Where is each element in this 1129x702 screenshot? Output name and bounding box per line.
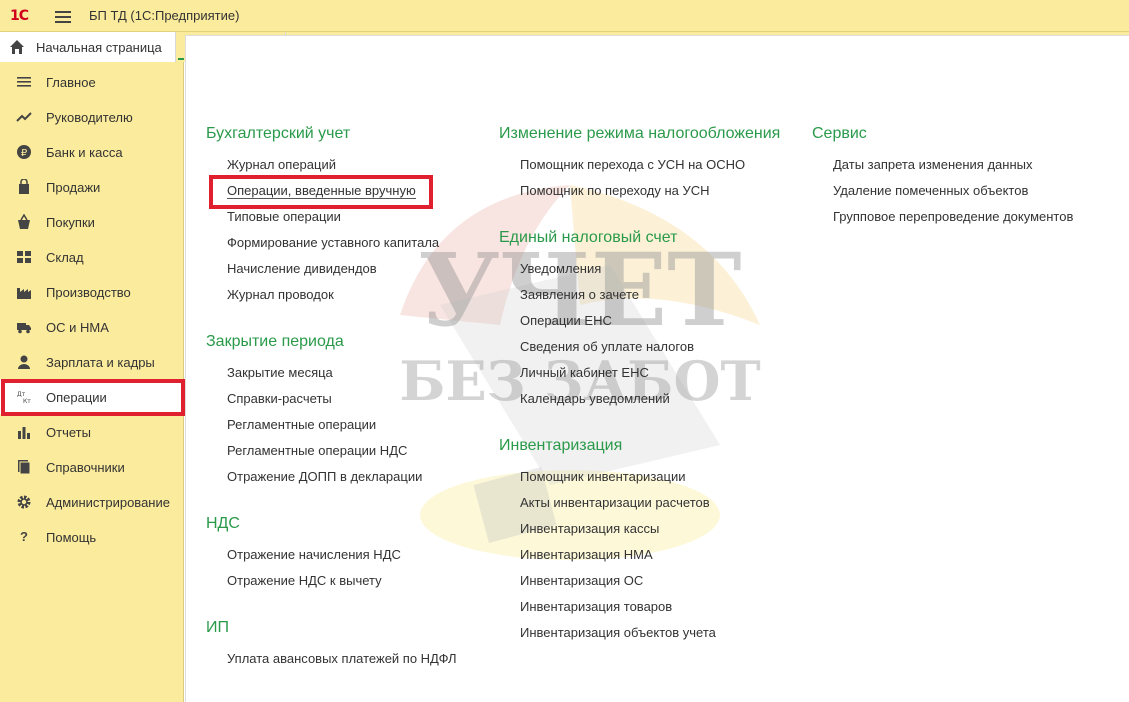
link-offset-applications[interactable]: Заявления о зачете bbox=[520, 287, 639, 302]
menu-lines-icon bbox=[17, 77, 31, 87]
gear-icon bbox=[17, 495, 31, 509]
sidebar-item-manager[interactable]: Руководителю bbox=[0, 99, 184, 134]
link-authorized-capital[interactable]: Формирование уставного капитала bbox=[227, 235, 439, 250]
sidebar-item-label: Банк и касса bbox=[46, 145, 123, 160]
tab-home[interactable]: Начальная страница bbox=[0, 32, 176, 62]
link-routine-vat[interactable]: Регламентные операции НДС bbox=[227, 443, 407, 458]
link-notification-calendar[interactable]: Календарь уведомлений bbox=[520, 391, 670, 406]
sidebar-item-reports[interactable]: Отчеты bbox=[0, 414, 184, 449]
book-icon bbox=[18, 460, 31, 475]
link-vat-deduction[interactable]: Отражение НДС к вычету bbox=[227, 573, 382, 588]
sidebar-item-label: Производство bbox=[46, 285, 131, 300]
logo-1c: 1С bbox=[10, 8, 29, 24]
sidebar-item-production[interactable]: Производство bbox=[0, 274, 184, 309]
link-ens-cabinet[interactable]: Личный кабинет ЕНС bbox=[520, 365, 649, 380]
svg-text:₽: ₽ bbox=[21, 148, 28, 159]
sidebar-item-label: Главное bbox=[46, 75, 96, 90]
link-dividends[interactable]: Начисление дивидендов bbox=[227, 261, 377, 276]
highlight-frame-operations bbox=[1, 379, 185, 416]
bag-icon bbox=[19, 179, 29, 194]
link-ens-operations[interactable]: Операции ЕНС bbox=[520, 313, 612, 328]
link-inventory-assistant[interactable]: Помощник инвентаризации bbox=[520, 469, 685, 484]
app-title: БП ТД (1С:Предприятие) bbox=[89, 8, 240, 23]
tab-indicator bbox=[178, 58, 184, 60]
link-inventory-os[interactable]: Инвентаризация ОС bbox=[520, 573, 643, 588]
ruble-icon: ₽ bbox=[17, 145, 31, 159]
sidebar-item-main[interactable]: Главное bbox=[0, 64, 184, 99]
group-title-tax-mode: Изменение режима налогообложения bbox=[499, 125, 781, 142]
sidebar-item-label: Отчеты bbox=[46, 425, 91, 440]
link-vat-accrual[interactable]: Отражение начисления НДС bbox=[227, 547, 401, 562]
group-title-ens: Единый налоговый счет bbox=[499, 229, 678, 246]
person-icon bbox=[18, 355, 30, 369]
link-dopp-declaration[interactable]: Отражение ДОПП в декларации bbox=[227, 469, 422, 484]
factory-icon bbox=[17, 288, 31, 299]
sidebar-item-label: Продажи bbox=[46, 180, 101, 195]
link-inventory-nma[interactable]: Инвентаризация НМА bbox=[520, 547, 653, 562]
link-delete-marked[interactable]: Удаление помеченных объектов bbox=[833, 183, 1028, 198]
sidebar-item-label: Зарплата и кадры bbox=[46, 355, 155, 370]
sidebar-item-label: Помощь bbox=[46, 530, 97, 545]
link-journal-operations[interactable]: Журнал операций bbox=[227, 157, 336, 172]
link-month-closing[interactable]: Закрытие месяца bbox=[227, 365, 333, 380]
sidebar-item-label: Покупки bbox=[46, 215, 95, 230]
sidebar-item-label: Руководителю bbox=[46, 110, 133, 125]
home-icon bbox=[10, 40, 24, 54]
sidebar-item-warehouse[interactable]: Склад bbox=[0, 239, 184, 274]
sidebar-item-bank[interactable]: ₽ Банк и касса bbox=[0, 134, 184, 169]
link-ndfl-advance[interactable]: Уплата авансовых платежей по НДФЛ bbox=[227, 651, 457, 666]
bar-chart-icon bbox=[18, 427, 30, 439]
sidebar-item-assets[interactable]: ОС и НМА bbox=[0, 309, 184, 344]
link-inventory-cash[interactable]: Инвентаризация кассы bbox=[520, 521, 659, 536]
sidebar-item-purchases[interactable]: Покупки bbox=[0, 204, 184, 239]
sidebar-item-catalogs[interactable]: Справочники bbox=[0, 449, 184, 484]
sidebar-item-salary[interactable]: Зарплата и кадры bbox=[0, 344, 184, 379]
link-postings-journal[interactable]: Журнал проводок bbox=[227, 287, 334, 302]
sidebar-item-label: ОС и НМА bbox=[46, 320, 109, 335]
sidebar-item-label: Склад bbox=[46, 250, 84, 265]
link-lock-dates[interactable]: Даты запрета изменения данных bbox=[833, 157, 1032, 172]
warehouse-icon bbox=[17, 251, 31, 263]
main-menu-icon[interactable] bbox=[55, 8, 71, 24]
question-icon: ? bbox=[20, 529, 28, 544]
group-title-accounting: Бухгалтерский учет bbox=[206, 125, 351, 142]
link-routine-operations[interactable]: Регламентные операции bbox=[227, 417, 376, 432]
link-calculation-notes[interactable]: Справки-расчеты bbox=[227, 391, 332, 406]
group-title-closing: Закрытие периода bbox=[206, 333, 344, 350]
link-usn-to-osno[interactable]: Помощник перехода с УСН на ОСНО bbox=[520, 157, 745, 172]
link-notifications[interactable]: Уведомления bbox=[520, 261, 601, 276]
link-typical-operations[interactable]: Типовые операции bbox=[227, 209, 341, 224]
sidebar-item-label: Справочники bbox=[46, 460, 125, 475]
sidebar-item-label: Администрирование bbox=[46, 495, 170, 510]
group-title-service: Сервис bbox=[812, 125, 867, 142]
group-title-vat: НДС bbox=[206, 515, 240, 532]
link-inventory-settlements[interactable]: Акты инвентаризации расчетов bbox=[520, 495, 710, 510]
group-title-ip: ИП bbox=[206, 619, 229, 636]
trend-icon bbox=[16, 112, 32, 122]
link-inventory-objects[interactable]: Инвентаризация объектов учета bbox=[520, 625, 716, 640]
link-to-usn[interactable]: Помощник по переходу на УСН bbox=[520, 183, 710, 198]
group-title-inventory: Инвентаризация bbox=[499, 437, 623, 454]
sidebar-item-admin[interactable]: Администрирование bbox=[0, 484, 184, 519]
truck-icon bbox=[17, 323, 31, 334]
link-tax-payments[interactable]: Сведения об уплате налогов bbox=[520, 339, 694, 354]
tab-home-label: Начальная страница bbox=[36, 40, 162, 55]
sidebar-item-sales[interactable]: Продажи bbox=[0, 169, 184, 204]
title-bar: 1С БП ТД (1С:Предприятие) bbox=[0, 0, 1129, 32]
sidebar-item-help[interactable]: ? Помощь bbox=[0, 519, 184, 554]
highlight-frame-manual-operations bbox=[209, 175, 433, 209]
basket-icon bbox=[18, 214, 30, 229]
link-inventory-goods[interactable]: Инвентаризация товаров bbox=[520, 599, 672, 614]
link-batch-repost[interactable]: Групповое перепроведение документов bbox=[833, 209, 1073, 224]
